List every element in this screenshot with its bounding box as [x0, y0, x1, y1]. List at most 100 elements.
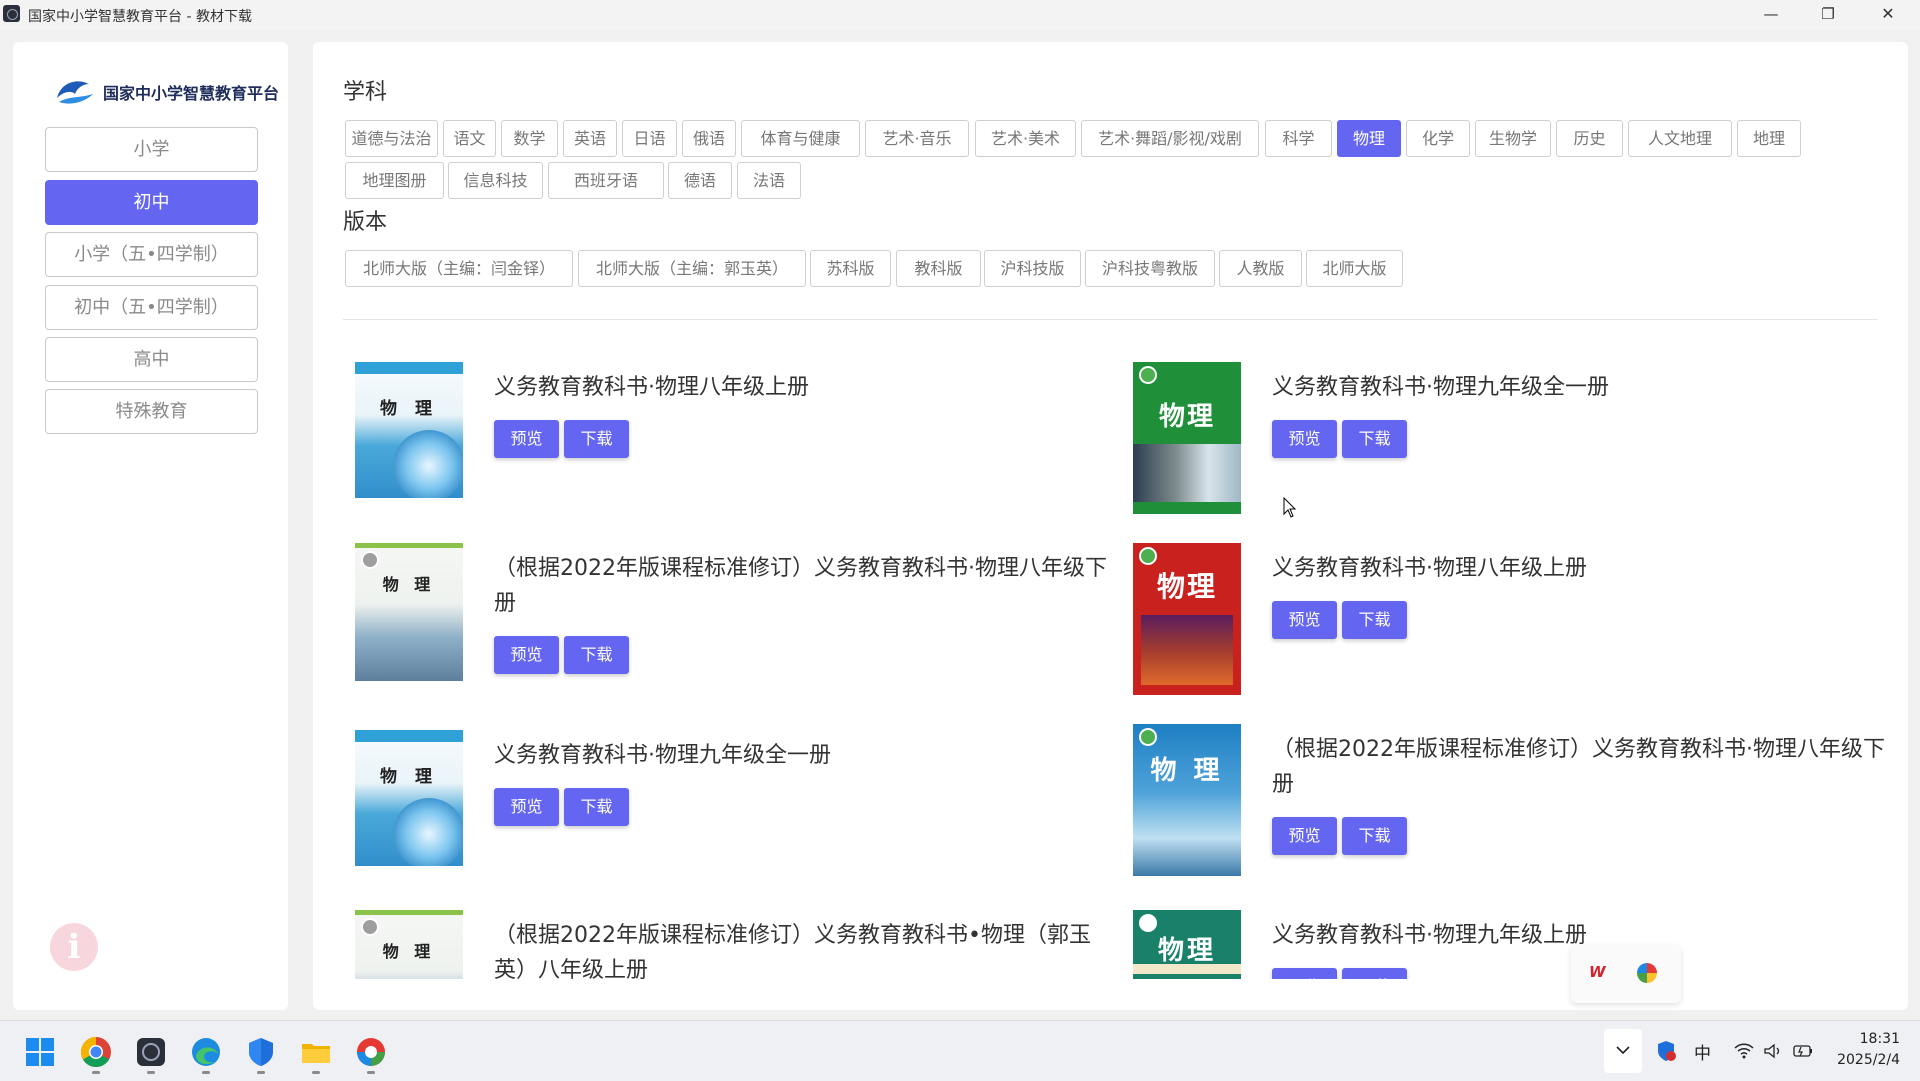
book-item: 物 理 义务教育教科书·物理九年级全一册预览 下载	[355, 730, 1115, 890]
book-title: 义务教育教科书·物理八年级上册	[1272, 556, 1587, 581]
cover-title: 物 理	[382, 942, 436, 961]
subject-tag[interactable]: 科学	[1265, 120, 1332, 157]
edition-tag[interactable]: 北师大版（主编：郭玉英）	[578, 250, 806, 287]
preview-button[interactable]: 预览	[494, 788, 559, 826]
subject-tag[interactable]: 语文	[443, 120, 496, 157]
edition-tag[interactable]: 人教版	[1219, 250, 1302, 287]
subject-tag[interactable]: 日语	[622, 120, 677, 157]
subject-tag[interactable]: 英语	[563, 120, 617, 157]
sidebar-item-5[interactable]: 高中	[45, 337, 258, 382]
book-title: 义务教育教科书·物理九年级全一册	[494, 743, 831, 768]
close-icon[interactable]: ✕	[1865, 0, 1911, 30]
browser-app-icon[interactable]	[355, 1036, 387, 1068]
cover-title: 物 理	[380, 399, 438, 419]
sidebar-item-6[interactable]: 特殊教育	[45, 389, 258, 434]
preview-button[interactable]: 预览	[1272, 968, 1337, 979]
edition-tag[interactable]: 北师大版（主编：闫金铎）	[345, 250, 573, 287]
subject-tag[interactable]: 道德与法治	[345, 120, 438, 157]
subject-tag[interactable]: 艺术·舞蹈/影视/戏剧	[1081, 120, 1259, 157]
subject-tag[interactable]: 艺术·音乐	[865, 120, 969, 157]
book-item: 物 理（根据2022年版课程标准修订）义务教育教科书•物理（郭玉英）八年级上册预…	[355, 910, 1115, 979]
edge-icon[interactable]	[190, 1036, 222, 1068]
running-indicator	[257, 1071, 265, 1074]
book-cover[interactable]: 物理	[1133, 910, 1241, 979]
subject-tag[interactable]: 历史	[1556, 120, 1623, 157]
title-bar: 国家中小学智慧教育平台 - 教材下载 — ❐ ✕	[0, 0, 1920, 30]
running-indicator	[367, 1071, 375, 1074]
subject-tag[interactable]: 体育与健康	[741, 120, 860, 157]
subject-tag[interactable]: 西班牙语	[548, 162, 664, 199]
sidebar-item-2[interactable]: 初中	[45, 180, 258, 225]
download-button[interactable]: 下载	[564, 636, 629, 674]
edition-tag[interactable]: 沪科技版	[984, 250, 1081, 287]
sidebar-item-4[interactable]: 初中（五•四学制）	[45, 285, 258, 330]
edition-tag[interactable]: 教科版	[896, 250, 981, 287]
book-cover[interactable]: 物 理	[355, 362, 463, 514]
subject-tag[interactable]: 法语	[737, 162, 801, 199]
edu-app-icon[interactable]	[135, 1036, 167, 1068]
volume-icon[interactable]	[1763, 1043, 1783, 1059]
edition-tag[interactable]: 北师大版	[1306, 250, 1403, 287]
edition-tag[interactable]: 苏科版	[810, 250, 891, 287]
subject-tag[interactable]: 信息科技	[448, 162, 543, 199]
download-button[interactable]: 下载	[1342, 817, 1407, 855]
download-button[interactable]: 下载	[1342, 420, 1407, 458]
subject-tag[interactable]: 艺术·美术	[975, 120, 1076, 157]
browser-icon[interactable]	[1637, 963, 1657, 983]
preview-button[interactable]: 预览	[1272, 817, 1337, 855]
minimize-icon[interactable]: —	[1748, 0, 1794, 30]
cover-title: 物理	[1157, 936, 1216, 966]
wifi-icon[interactable]	[1734, 1043, 1754, 1059]
book-cover[interactable]: 物 理	[355, 910, 463, 979]
book-cover[interactable]: 物 理	[355, 730, 463, 882]
security-alert-icon[interactable]	[1655, 1040, 1677, 1062]
subject-tag[interactable]: 人文地理	[1628, 120, 1732, 157]
book-item: 物理义务教育教科书·物理九年级上册预览下载	[1133, 910, 1893, 979]
battery-icon[interactable]	[1792, 1042, 1814, 1060]
show-hidden-icons-button[interactable]	[1604, 1029, 1642, 1073]
app-icon	[3, 5, 20, 22]
download-button[interactable]: 下载	[1342, 601, 1407, 639]
preview-button[interactable]: 预览	[1272, 420, 1337, 458]
info-icon[interactable]: i	[50, 923, 98, 971]
chrome-icon[interactable]	[80, 1036, 112, 1068]
subject-tag[interactable]: 数学	[501, 120, 558, 157]
book-cover[interactable]: 物理	[1133, 362, 1241, 514]
preview-button[interactable]: 预览	[494, 420, 559, 458]
sidebar-item-1[interactable]: 小学	[45, 127, 258, 172]
book-cover[interactable]: 物 理	[1133, 724, 1241, 876]
edition-section-title: 版本	[343, 210, 388, 235]
taskbar: 中 18:31 2025/2/4	[0, 1020, 1920, 1081]
preview-button[interactable]: 预览	[494, 636, 559, 674]
download-button[interactable]: 下载	[564, 788, 629, 826]
cover-title: 物 理	[382, 575, 436, 594]
subject-tag[interactable]: 俄语	[682, 120, 736, 157]
download-button[interactable]: 下载	[564, 420, 629, 458]
clock-time[interactable]: 18:31	[1840, 1031, 1900, 1047]
security-shield-icon[interactable]	[245, 1036, 277, 1068]
book-title: （根据2022年版课程标准修订）义务教育教科书•物理（郭玉英）八年级上册	[494, 923, 1091, 979]
subject-tag[interactable]: 生物学	[1475, 120, 1551, 157]
subject-tag[interactable]: 地理	[1737, 120, 1801, 157]
ime-indicator[interactable]: 中	[1694, 1039, 1711, 1064]
preview-button[interactable]: 预览	[1272, 601, 1337, 639]
subject-tag[interactable]: 地理图册	[345, 162, 444, 199]
book-item: 物理 义务教育教科书·物理九年级全一册 预览 下载	[1133, 362, 1893, 522]
edition-tag[interactable]: 沪科技粤教版	[1085, 250, 1215, 287]
main-panel: 学科 道德与法治 语文 数学 英语 日语 俄语 体育与健康 艺术·音乐 艺术·美术 艺术·舞蹈/影…	[313, 42, 1908, 1010]
subject-tag[interactable]: 德语	[668, 162, 732, 199]
subject-tag[interactable]: 物理	[1337, 120, 1401, 157]
windows-start-icon[interactable]	[24, 1036, 56, 1068]
file-explorer-icon[interactable]	[300, 1036, 332, 1068]
book-cover[interactable]: 物理	[1133, 543, 1241, 695]
cover-title: 物 理	[380, 767, 438, 787]
book-title: （根据2022年版课程标准修订）义务教育教科书·物理八年级下册	[1272, 737, 1885, 797]
download-button[interactable]: 下载	[1342, 968, 1407, 979]
subject-tag[interactable]: 化学	[1406, 120, 1470, 157]
clock-date[interactable]: 2025/2/4	[1820, 1052, 1900, 1068]
book-cover[interactable]: 物 理	[355, 543, 463, 695]
book-item: 物 理 （根据2022年版课程标准修订）义务教育教科书·物理八年级下册预览 下载	[1133, 724, 1893, 884]
restore-icon[interactable]: ❐	[1805, 0, 1851, 30]
wps-icon[interactable]: W	[1589, 963, 1613, 983]
sidebar-item-3[interactable]: 小学（五•四学制）	[45, 232, 258, 277]
